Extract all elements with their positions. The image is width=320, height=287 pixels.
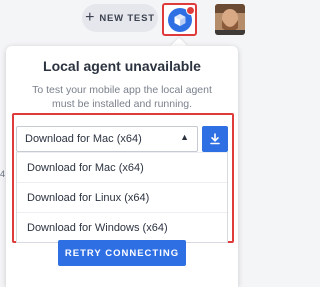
option-linux[interactable]: Download for Linux (x64) (17, 182, 227, 212)
retry-connecting-button[interactable]: RETRY CONNECTING (58, 240, 186, 266)
cube-icon (174, 13, 185, 26)
user-photo-icon (215, 4, 245, 35)
download-select-value: Download for Mac (x64) (25, 133, 142, 145)
option-mac[interactable]: Download for Mac (x64) (17, 152, 227, 182)
option-windows[interactable]: Download for Windows (x64) (17, 212, 227, 242)
new-test-label: NEW TEST (99, 12, 155, 24)
download-select[interactable]: Download for Mac (x64) ▲ (16, 126, 198, 152)
plus-icon: + (85, 9, 96, 26)
top-bar: + NEW TEST (0, 0, 250, 40)
download-icon (210, 133, 220, 145)
local-agent-button[interactable] (162, 3, 197, 36)
agent-unavailable-popover: Local agent unavailable To test your mob… (6, 46, 238, 287)
popover-description: To test your mobile app the local agent … (32, 84, 212, 109)
download-button[interactable] (202, 126, 228, 152)
download-options-list: Download for Mac (x64) Download for Linu… (16, 152, 228, 243)
local-agent-status (167, 5, 195, 32)
caret-down-icon: ▲ (180, 132, 189, 142)
avatar[interactable] (215, 4, 245, 35)
popover-title: Local agent unavailable (43, 58, 201, 74)
new-test-button[interactable]: + NEW TEST (82, 4, 158, 32)
alert-dot-icon (185, 5, 195, 15)
